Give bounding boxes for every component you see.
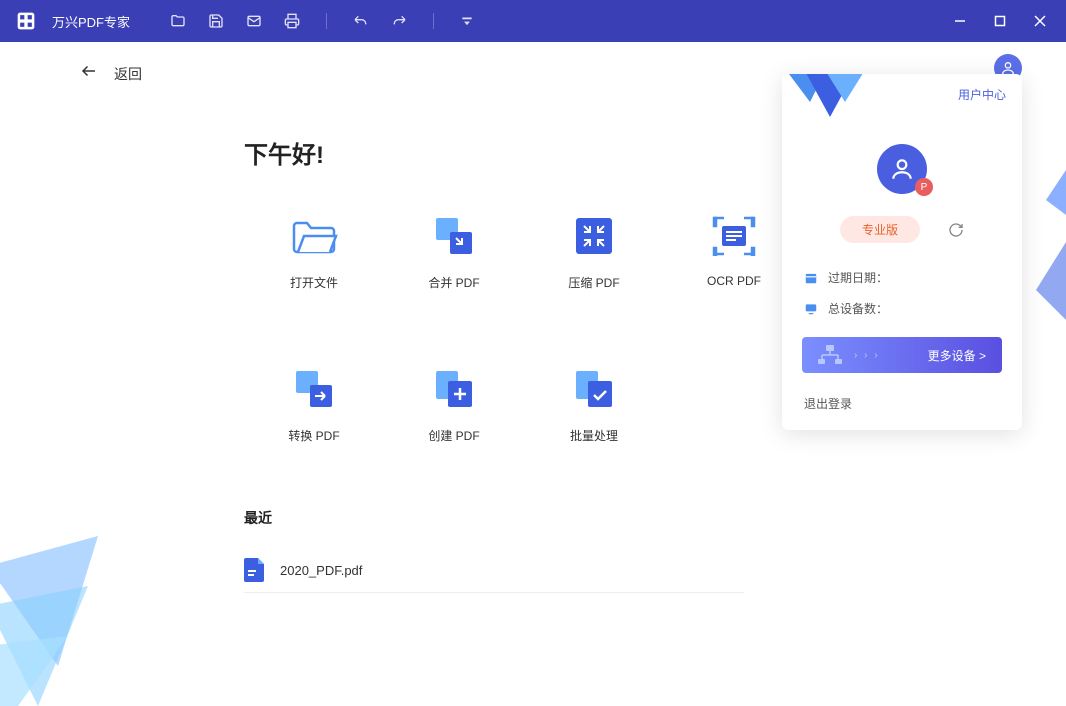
- recent-file-item[interactable]: 2020_PDF.pdf: [244, 548, 744, 593]
- devices-row: 总设备数：: [804, 300, 1000, 317]
- refresh-icon[interactable]: [948, 222, 964, 238]
- recent-title: 最近: [244, 508, 1066, 528]
- action-label: 合并 PDF: [428, 274, 479, 291]
- plan-badge: 专业版: [840, 216, 920, 243]
- print-icon[interactable]: [284, 13, 300, 29]
- separator: [433, 13, 434, 29]
- panel-head: 用户中心: [782, 74, 1022, 108]
- logout-link[interactable]: 退出登录: [804, 395, 1000, 412]
- convert-pdf-icon: [290, 365, 338, 413]
- user-icon: [889, 156, 915, 182]
- window-controls: [954, 15, 1058, 27]
- toolbar-icons: [170, 13, 474, 29]
- action-create-pdf[interactable]: 创建 PDF: [384, 365, 524, 444]
- maximize-icon[interactable]: [994, 15, 1006, 27]
- action-label: 打开文件: [290, 274, 338, 291]
- bg-decoration-right-icon: [1026, 140, 1066, 380]
- action-label: 压缩 PDF: [568, 274, 619, 291]
- mail-icon[interactable]: [246, 13, 262, 29]
- menu-icon[interactable]: [460, 14, 474, 28]
- action-label: 批量处理: [570, 427, 618, 444]
- dots-decoration: › › ›: [854, 350, 880, 361]
- panel-info: 过期日期： 总设备数：: [782, 269, 1022, 317]
- action-label: OCR PDF: [707, 274, 761, 288]
- redo-icon[interactable]: [391, 13, 407, 29]
- action-compress-pdf[interactable]: 压缩 PDF: [524, 212, 664, 291]
- user-center-link[interactable]: 用户中心: [958, 88, 1006, 102]
- action-batch[interactable]: 批量处理: [524, 365, 664, 444]
- app-logo-icon: [16, 11, 36, 31]
- more-devices-button[interactable]: › › › 更多设备 >: [802, 337, 1002, 373]
- merge-pdf-icon: [430, 212, 478, 260]
- action-open-file[interactable]: 打开文件: [244, 212, 384, 291]
- folder-icon[interactable]: [170, 13, 186, 29]
- status-row: 专业版: [782, 216, 1022, 243]
- user-avatar[interactable]: P: [877, 144, 927, 194]
- batch-icon: [570, 365, 618, 413]
- pdf-file-icon: [244, 558, 264, 582]
- back-label[interactable]: 返回: [114, 64, 142, 84]
- devices-label: 总设备数：: [828, 300, 888, 317]
- recent-filename: 2020_PDF.pdf: [280, 563, 362, 578]
- avatar-badge: P: [915, 178, 933, 196]
- minimize-icon[interactable]: [954, 15, 966, 27]
- recent-section: 最近 2020_PDF.pdf: [244, 508, 1066, 593]
- expiry-label: 过期日期：: [828, 269, 888, 286]
- window-title: 万兴PDF专家: [52, 12, 130, 31]
- open-file-icon: [290, 212, 338, 260]
- action-merge-pdf[interactable]: 合并 PDF: [384, 212, 524, 291]
- create-pdf-icon: [430, 365, 478, 413]
- titlebar: 万兴PDF专家: [0, 0, 1066, 42]
- close-icon[interactable]: [1034, 15, 1046, 27]
- user-panel: 用户中心 P 专业版 过期日期： 总设备数： › › › 更多设备 > 退出登录: [782, 74, 1022, 430]
- devices-network-icon: [818, 345, 842, 365]
- calendar-icon: [804, 271, 818, 285]
- action-label: 创建 PDF: [428, 427, 479, 444]
- back-arrow-icon[interactable]: [80, 62, 98, 85]
- monitor-icon: [804, 302, 818, 316]
- separator: [326, 13, 327, 29]
- action-convert-pdf[interactable]: 转换 PDF: [244, 365, 384, 444]
- more-devices-label: 更多设备 >: [928, 347, 986, 364]
- save-icon[interactable]: [208, 13, 224, 29]
- compress-pdf-icon: [570, 212, 618, 260]
- avatar-wrap: P: [782, 144, 1022, 194]
- undo-icon[interactable]: [353, 13, 369, 29]
- action-label: 转换 PDF: [288, 427, 339, 444]
- bg-decoration-left-icon: [0, 536, 118, 706]
- expiry-row: 过期日期：: [804, 269, 1000, 286]
- ocr-pdf-icon: [710, 212, 758, 260]
